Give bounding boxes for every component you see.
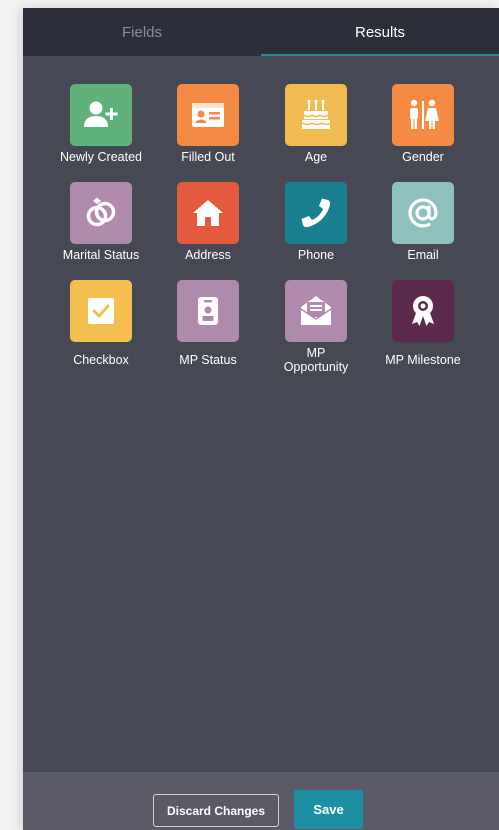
tile-mp-status[interactable]: MP Status [154,280,262,367]
tile-phone[interactable]: Phone [262,182,370,262]
tile-email[interactable]: Email [369,182,477,262]
tile-filled-out[interactable]: Filled Out [154,84,262,164]
tab-bar: Fields Results [23,8,499,56]
award-ribbon-icon [392,280,454,342]
checkbox-icon [70,280,132,342]
tile-label: Newly Created [60,150,142,164]
phone-icon [285,182,347,244]
tile-newly-created[interactable]: Newly Created [47,84,155,164]
tile-label: Phone [297,248,335,262]
tile-label: MP Milestone [385,353,461,367]
action-footer: Discard Changes Save [23,772,499,830]
tile-checkbox[interactable]: Checkbox [47,280,155,367]
tab-fields[interactable]: Fields [23,8,261,56]
tile-label: Age [304,150,328,164]
tile-label: Filled Out [181,150,235,164]
at-sign-icon [392,182,454,244]
add-user-icon [70,84,132,146]
tile-gender[interactable]: Gender [369,84,477,164]
rings-icon [70,182,132,244]
restroom-icon [392,84,454,146]
tile-label: MP Opportunity [283,346,349,374]
birthday-cake-icon [285,84,347,146]
tile-marital-status[interactable]: Marital Status [47,182,155,262]
tile-label: Gender [402,150,444,164]
tile-label: Address [185,248,231,262]
tile-label: MP Status [179,353,237,367]
badge-icon [177,280,239,342]
results-panel: Fields Results Newly Created Filled Out … [23,8,499,830]
tile-address[interactable]: Address [154,182,262,262]
tile-mp-milestone[interactable]: MP Milestone [369,280,477,367]
tile-label: Checkbox [73,353,129,367]
tile-mp-opportunity[interactable]: MP Opportunity [262,280,370,374]
home-icon [177,182,239,244]
id-card-icon [177,84,239,146]
results-icon-grid: Newly Created Filled Out Age Gender Mari [23,56,499,406]
tile-label: Email [407,248,439,262]
tile-label: Marital Status [62,248,140,262]
tile-age[interactable]: Age [262,84,370,164]
discard-changes-button[interactable]: Discard Changes [153,794,279,827]
save-button[interactable]: Save [294,790,363,829]
tab-results[interactable]: Results [261,8,499,56]
envelope-open-icon [285,280,347,342]
